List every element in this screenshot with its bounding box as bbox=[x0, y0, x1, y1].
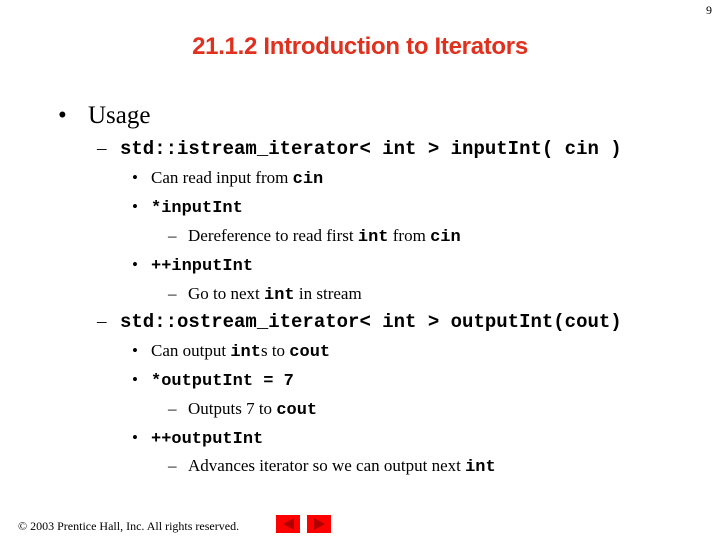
code-text: std::istream_iterator< int > inputInt( c… bbox=[120, 138, 622, 160]
bullet-icon: • bbox=[132, 370, 138, 389]
bullet-icon: • bbox=[132, 341, 138, 360]
sub-bullet-ostream: – std::ostream_iterator< int > outputInt(… bbox=[97, 311, 622, 333]
item-inc-output: • ++outputInt bbox=[132, 428, 263, 449]
next-slide-button[interactable] bbox=[307, 515, 331, 533]
subitem-inc-input-desc: – Go to next int in stream bbox=[168, 284, 362, 305]
item-text: Outputs 7 to bbox=[188, 399, 277, 418]
sub-bullet-istream: – std::istream_iterator< int > inputInt( … bbox=[97, 138, 622, 160]
code-text: *outputInt = 7 bbox=[151, 372, 294, 391]
triangle-left-icon bbox=[282, 518, 294, 530]
item-can-read: • Can read input from cin bbox=[132, 168, 323, 189]
item-text: s to bbox=[260, 341, 290, 360]
item-can-output: • Can output ints to cout bbox=[132, 341, 330, 362]
subitem-inc-output-desc: – Advances iterator so we can output next… bbox=[168, 456, 496, 477]
code-text: std::ostream_iterator< int > outputInt(c… bbox=[120, 311, 622, 333]
dash-icon: – bbox=[168, 284, 177, 303]
slide-title: 21.1.2 Introduction to Iterators bbox=[192, 33, 528, 60]
code-text: cout bbox=[289, 343, 331, 362]
previous-slide-button[interactable] bbox=[276, 515, 300, 533]
item-text: Go to next bbox=[188, 284, 265, 303]
code-text: cout bbox=[276, 401, 318, 420]
subitem-assign-desc: – Outputs 7 to cout bbox=[168, 399, 317, 420]
code-text: cin bbox=[292, 170, 324, 189]
bullet-icon: • bbox=[58, 102, 67, 129]
code-text: int bbox=[230, 343, 261, 362]
code-text: ++outputInt bbox=[151, 430, 264, 449]
item-text: Advances iterator so we can output next bbox=[188, 456, 466, 475]
bullet-icon: • bbox=[132, 255, 138, 274]
bullet-usage: • Usage bbox=[58, 102, 150, 130]
bullet-icon: • bbox=[132, 197, 138, 216]
code-text: int bbox=[465, 458, 496, 477]
code-text: ++inputInt bbox=[151, 257, 254, 276]
code-text: *inputInt bbox=[151, 199, 243, 218]
item-text: Dereference to read first bbox=[188, 226, 358, 245]
copyright-footer: © 2003 Prentice Hall, Inc. All rights re… bbox=[18, 519, 240, 533]
bullet-text: Usage bbox=[88, 102, 151, 129]
dash-icon: – bbox=[168, 456, 177, 475]
code-text: cin bbox=[430, 228, 461, 247]
code-text: int bbox=[357, 228, 389, 247]
subitem-deref-desc: – Dereference to read first int from cin bbox=[168, 226, 461, 247]
dash-icon: – bbox=[168, 399, 177, 418]
dash-icon: – bbox=[97, 138, 107, 159]
item-text: Can read input from bbox=[151, 168, 293, 187]
item-text: Can output bbox=[151, 341, 231, 360]
dash-icon: – bbox=[168, 226, 177, 245]
page-number: 9 bbox=[706, 3, 712, 17]
bullet-icon: • bbox=[132, 428, 138, 447]
code-text: int bbox=[264, 286, 295, 305]
dash-icon: – bbox=[97, 311, 107, 332]
bullet-icon: • bbox=[132, 168, 138, 187]
item-deref-input: • *inputInt bbox=[132, 197, 243, 218]
item-assign-output: • *outputInt = 7 bbox=[132, 370, 294, 391]
triangle-right-icon bbox=[313, 518, 325, 530]
item-inc-input: • ++inputInt bbox=[132, 255, 253, 276]
item-text: in stream bbox=[294, 284, 362, 303]
item-text: from bbox=[388, 226, 431, 245]
